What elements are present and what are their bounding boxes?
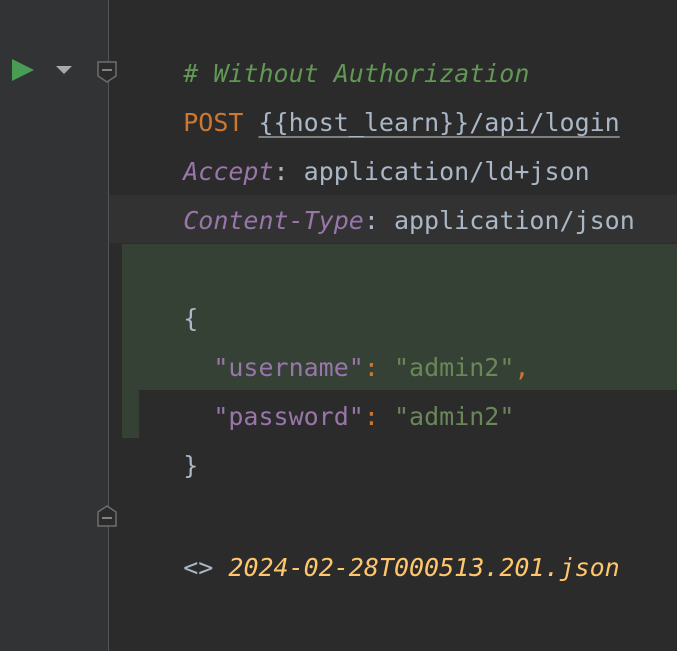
- response-reference-line[interactable]: <> 2024-02-28T000513.201.json: [123, 494, 620, 582]
- header-line-accept[interactable]: Accept: application/ld+json: [123, 98, 589, 186]
- json-close-brace: }: [183, 451, 199, 480]
- json-password-line[interactable]: "password": "admin2": [123, 343, 514, 431]
- comment-line[interactable]: # Without Authorization: [123, 0, 529, 88]
- json-colon: :: [363, 402, 379, 431]
- response-marker: <>: [183, 553, 214, 582]
- fold-collapse-icon[interactable]: [97, 61, 117, 83]
- json-close-brace-line[interactable]: }: [123, 392, 198, 480]
- gutter-divider: [108, 0, 109, 651]
- header-line-content-type[interactable]: Content-Type: application/json: [123, 147, 635, 235]
- http-client-editor[interactable]: # Without Authorization POST {{host_lear…: [0, 0, 677, 651]
- request-line[interactable]: POST {{host_learn}}/api/login: [123, 49, 620, 137]
- json-value-password: "admin2": [393, 402, 515, 431]
- header-name-content-type: Content-Type: [183, 206, 364, 235]
- json-key-password: "password": [213, 402, 364, 431]
- fold-end-icon[interactable]: [97, 505, 117, 527]
- response-space: [213, 553, 228, 582]
- chevron-down-icon[interactable]: [56, 66, 72, 74]
- editor-gutter: [0, 0, 108, 651]
- json-open-brace-line[interactable]: {: [123, 245, 198, 333]
- json-username-line[interactable]: "username": "admin2",: [123, 294, 529, 382]
- request-separator-line[interactable]: ###: [123, 592, 228, 641]
- response-file-link[interactable]: 2024-02-28T000513.201.json: [228, 553, 619, 582]
- header-value-content-type: application/json: [378, 206, 635, 235]
- header-colon: :: [363, 206, 379, 235]
- run-request-icon[interactable]: [12, 59, 34, 81]
- json-space: [379, 402, 394, 431]
- json-comma: ,: [514, 353, 530, 382]
